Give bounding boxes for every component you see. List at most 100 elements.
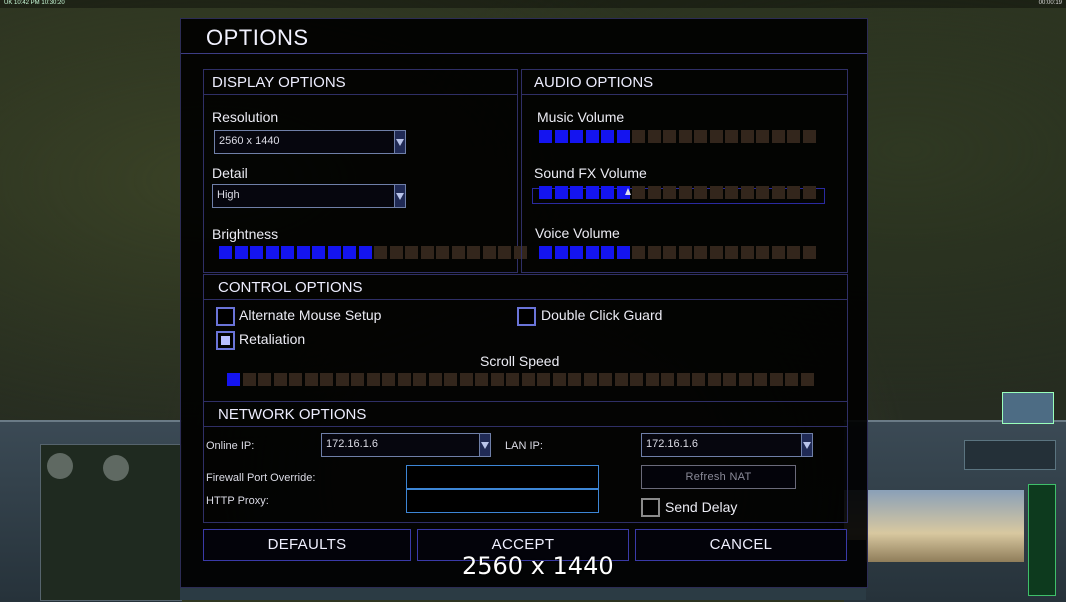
- slider-segment[interactable]: [537, 373, 550, 386]
- slider-segment[interactable]: [740, 130, 754, 143]
- slider-segment[interactable]: [694, 130, 707, 143]
- minimap[interactable]: [40, 444, 182, 601]
- slider-segment[interactable]: [694, 246, 707, 259]
- slider-segment[interactable]: [554, 130, 568, 143]
- slider-segment[interactable]: [802, 186, 816, 199]
- slider-segment[interactable]: [647, 186, 661, 199]
- chevron-down-icon[interactable]: [394, 131, 405, 153]
- slider-segment[interactable]: [554, 186, 568, 199]
- slider-segment[interactable]: [756, 246, 769, 259]
- slider-segment[interactable]: [694, 186, 707, 199]
- defaults-button[interactable]: DEFAULTS: [203, 529, 411, 561]
- slider-segment[interactable]: [787, 186, 800, 199]
- slider-segment[interactable]: [678, 186, 692, 199]
- slider-segment[interactable]: [599, 373, 612, 386]
- slider-segment[interactable]: [709, 186, 723, 199]
- slider-segment[interactable]: [601, 186, 614, 199]
- slider-segment[interactable]: [663, 130, 676, 143]
- slider-segment[interactable]: [709, 130, 723, 143]
- slider-segment[interactable]: [242, 373, 256, 386]
- cancel-button[interactable]: CANCEL: [635, 529, 847, 561]
- slider-segment[interactable]: [265, 246, 279, 259]
- scroll-speed-slider[interactable]: [227, 373, 817, 386]
- slider-segment[interactable]: [601, 130, 614, 143]
- slider-segment[interactable]: [382, 373, 395, 386]
- slider-segment[interactable]: [366, 373, 380, 386]
- slider-segment[interactable]: [428, 373, 442, 386]
- slider-segment[interactable]: [539, 186, 552, 199]
- slider-segment[interactable]: [707, 373, 721, 386]
- slider-segment[interactable]: [585, 130, 599, 143]
- slider-segment[interactable]: [304, 373, 318, 386]
- slider-segment[interactable]: [632, 246, 645, 259]
- online-ip-dropdown[interactable]: 172.16.1.6: [321, 433, 491, 457]
- slider-segment[interactable]: [709, 246, 723, 259]
- slider-segment[interactable]: [258, 373, 271, 386]
- slider-segment[interactable]: [570, 186, 583, 199]
- chevron-down-icon[interactable]: [479, 434, 490, 456]
- slider-segment[interactable]: [771, 130, 785, 143]
- slider-segment[interactable]: [663, 246, 676, 259]
- slider-segment[interactable]: [616, 246, 630, 259]
- slider-segment[interactable]: [601, 246, 614, 259]
- chevron-down-icon[interactable]: [801, 434, 812, 456]
- slider-segment[interactable]: [552, 373, 566, 386]
- slider-segment[interactable]: [725, 246, 738, 259]
- slider-segment[interactable]: [585, 246, 599, 259]
- music-volume-slider[interactable]: [539, 130, 819, 143]
- slider-segment[interactable]: [678, 130, 692, 143]
- slider-segment[interactable]: [482, 246, 496, 259]
- slider-segment[interactable]: [583, 373, 597, 386]
- slider-segment[interactable]: [616, 130, 630, 143]
- slider-segment[interactable]: [678, 246, 692, 259]
- slider-segment[interactable]: [771, 246, 785, 259]
- slider-segment[interactable]: [389, 246, 403, 259]
- slider-segment[interactable]: [227, 373, 240, 386]
- slider-segment[interactable]: [459, 373, 473, 386]
- retaliation-checkbox[interactable]: [216, 331, 235, 350]
- slider-segment[interactable]: [800, 373, 814, 386]
- sound-fx-volume-slider[interactable]: [539, 186, 819, 199]
- slider-segment[interactable]: [570, 246, 583, 259]
- slider-segment[interactable]: [740, 246, 754, 259]
- refresh-nat-button[interactable]: Refresh NAT: [641, 465, 796, 489]
- slider-segment[interactable]: [614, 373, 628, 386]
- slider-segment[interactable]: [327, 246, 341, 259]
- slider-segment[interactable]: [754, 373, 767, 386]
- slider-segment[interactable]: [250, 246, 263, 259]
- slider-segment[interactable]: [413, 373, 426, 386]
- slider-segment[interactable]: [374, 246, 387, 259]
- http-proxy-input[interactable]: [406, 489, 599, 513]
- slider-segment[interactable]: [273, 373, 287, 386]
- double-click-guard-checkbox[interactable]: [517, 307, 536, 326]
- slider-segment[interactable]: [343, 246, 356, 259]
- slider-segment[interactable]: [436, 246, 449, 259]
- slider-segment[interactable]: [498, 246, 511, 259]
- slider-segment[interactable]: [647, 130, 661, 143]
- slider-segment[interactable]: [740, 186, 754, 199]
- slider-segment[interactable]: [787, 130, 800, 143]
- slider-segment[interactable]: [802, 130, 816, 143]
- slider-segment[interactable]: [289, 373, 302, 386]
- slider-segment[interactable]: [632, 186, 645, 199]
- slider-segment[interactable]: [521, 373, 535, 386]
- slider-segment[interactable]: [771, 186, 785, 199]
- slider-segment[interactable]: [756, 130, 769, 143]
- alternate-mouse-checkbox[interactable]: [216, 307, 235, 326]
- brightness-slider[interactable]: [219, 246, 527, 259]
- slider-segment[interactable]: [692, 373, 705, 386]
- slider-segment[interactable]: [645, 373, 659, 386]
- slider-segment[interactable]: [320, 373, 333, 386]
- slider-segment[interactable]: [281, 246, 294, 259]
- slider-segment[interactable]: [568, 373, 581, 386]
- resolution-dropdown[interactable]: 2560 x 1440: [214, 130, 406, 154]
- slider-segment[interactable]: [647, 246, 661, 259]
- slider-segment[interactable]: [769, 373, 783, 386]
- slider-segment[interactable]: [351, 373, 364, 386]
- slider-segment[interactable]: [358, 246, 372, 259]
- slider-segment[interactable]: [554, 246, 568, 259]
- slider-segment[interactable]: [756, 186, 769, 199]
- slider-segment[interactable]: [802, 246, 816, 259]
- slider-segment[interactable]: [785, 373, 798, 386]
- slider-segment[interactable]: [335, 373, 349, 386]
